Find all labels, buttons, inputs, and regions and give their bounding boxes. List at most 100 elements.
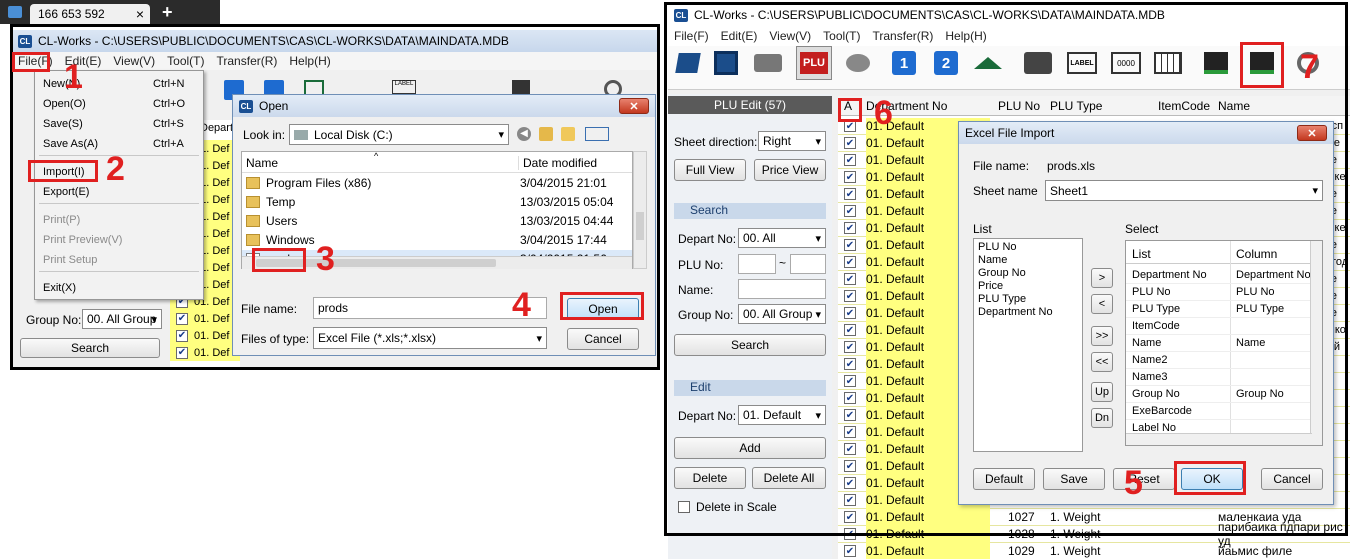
file-menu-item[interactable]: New(N) Ctrl+N [37, 75, 201, 93]
row-checkbox[interactable]: ✔ [844, 137, 856, 149]
delete-button[interactable]: Delete [674, 467, 746, 489]
move-left-button[interactable]: < [1091, 294, 1113, 314]
left-group-select[interactable]: 00. All Group [82, 309, 162, 329]
menu-tool[interactable]: Tool(T) [817, 29, 866, 43]
label-icon[interactable]: LABEL [392, 80, 416, 94]
hscroll-bar[interactable] [242, 256, 632, 269]
row-checkbox[interactable]: ✔ [844, 341, 856, 353]
save-icon[interactable] [708, 46, 744, 80]
browser-tab[interactable]: 166 653 592 × [30, 4, 150, 24]
row-checkbox[interactable]: ✔ [844, 205, 856, 217]
open-icon[interactable] [670, 46, 706, 80]
row-checkbox[interactable]: ✔ [844, 307, 856, 319]
row-checkbox[interactable]: ✔ [844, 511, 856, 523]
row-checkbox[interactable]: ✔ [844, 545, 856, 557]
menu-view[interactable]: View(V) [763, 29, 817, 43]
col-itemcode-header[interactable]: ItemCode [1158, 99, 1210, 113]
row-checkbox[interactable]: ✔ [844, 222, 856, 234]
file-type-select[interactable]: Excel File (*.xls;*.xlsx) [313, 327, 547, 349]
depart-no-select[interactable]: 00. All [738, 228, 826, 248]
select-grid[interactable]: List Column Department No Department No PL… [1125, 240, 1323, 446]
file-list-row[interactable]: Users 13/03/2015 04:44 [242, 212, 632, 230]
close-icon[interactable]: ✕ [619, 98, 649, 114]
sheet-name-select[interactable]: Sheet1 [1045, 180, 1323, 201]
group-no-select[interactable]: 00. All Group [738, 304, 826, 324]
back-icon[interactable]: ◀ [517, 127, 531, 141]
full-view-button[interactable]: Full View [674, 159, 746, 181]
print-icon[interactable] [750, 46, 786, 80]
available-list[interactable]: PLU No Name Group No Price PLU Type Departmen… [973, 238, 1083, 452]
coins-icon[interactable] [840, 46, 876, 80]
row-checkbox[interactable]: ✔ [844, 171, 856, 183]
table-row[interactable]: ✔ 01. Default 1028 1. Weight парибаика пдпар… [838, 520, 1350, 548]
file-list-row[interactable]: Program Files (x86) 3/04/2015 21:01 [242, 174, 632, 192]
row-checkbox[interactable]: ✔ [844, 273, 856, 285]
select-row[interactable]: Group No Group No [1126, 386, 1312, 403]
menu-transfer[interactable]: Transfer(R) [867, 29, 940, 43]
file-list-row[interactable]: Temp 13/03/2015 05:04 [242, 193, 632, 211]
reset-button[interactable]: Reset [1113, 468, 1175, 490]
available-list-item[interactable]: PLU Type [978, 293, 1078, 306]
row-checkbox[interactable]: ✔ [844, 375, 856, 387]
menu-view[interactable]: View(V) [107, 54, 161, 68]
available-list-item[interactable]: Price [978, 280, 1078, 293]
file-menu-item[interactable]: Open(O) Ctrl+O [37, 95, 201, 113]
new-folder-icon[interactable] [561, 127, 575, 141]
sheet-direction-select[interactable]: Right [758, 131, 826, 151]
row-checkbox[interactable]: ✔ [844, 443, 856, 455]
edit-depart-select[interactable]: 01. Default [738, 405, 826, 425]
row-checkbox[interactable]: ✔ [844, 477, 856, 489]
open-button[interactable]: Open [567, 298, 639, 320]
delete-in-scale-checkbox[interactable]: Delete in Scale [678, 500, 777, 514]
col-plu-type-header[interactable]: PLU Type [1050, 99, 1102, 113]
default-button[interactable]: Default [973, 468, 1035, 490]
col-a-header[interactable]: A [844, 99, 852, 113]
number-2-icon[interactable]: 2 [928, 46, 964, 80]
available-list-item[interactable]: Name [978, 254, 1078, 267]
row-checkbox[interactable]: ✔ [176, 329, 188, 342]
row-checkbox[interactable]: ✔ [844, 256, 856, 268]
plu-icon[interactable]: PLU [796, 46, 832, 80]
row-checkbox[interactable]: ✔ [844, 392, 856, 404]
receive-icon[interactable] [1244, 46, 1280, 80]
row-checkbox[interactable]: ✔ [176, 312, 188, 325]
select-row[interactable]: ExeBarcode [1126, 403, 1312, 420]
vscroll-thumb[interactable] [636, 212, 644, 240]
save-button[interactable]: Save [1043, 468, 1105, 490]
close-icon[interactable]: ✕ [1297, 125, 1327, 141]
menu-edit[interactable]: Edit(E) [715, 29, 764, 43]
ok-button[interactable]: OK [1181, 468, 1243, 490]
move-all-left-button[interactable]: << [1091, 352, 1113, 372]
select-row[interactable]: Name2 [1126, 352, 1312, 369]
label-icon[interactable]: LABEL [1064, 46, 1100, 80]
scale-icon[interactable] [1020, 46, 1056, 80]
col-name-header[interactable]: Name [246, 156, 278, 170]
available-list-item[interactable]: Department No [978, 306, 1078, 319]
row-checkbox[interactable]: ✔ [844, 120, 856, 132]
up-folder-icon[interactable] [539, 127, 553, 141]
select-row[interactable]: ItemCode [1126, 318, 1312, 335]
send-icon[interactable] [1198, 46, 1234, 80]
col-name-header[interactable]: Name [1218, 99, 1250, 113]
hscroll-thumb[interactable] [256, 259, 496, 267]
menu-file[interactable]: File(F) [12, 54, 59, 68]
menu-transfer[interactable]: Transfer(R) [211, 54, 284, 68]
row-checkbox[interactable]: ✔ [844, 324, 856, 336]
available-list-item[interactable]: PLU No [978, 241, 1078, 254]
menu-tool[interactable]: Tool(T) [161, 54, 210, 68]
select-row[interactable]: Department No Department No [1126, 267, 1312, 284]
vscroll-bar[interactable] [633, 151, 647, 269]
row-checkbox[interactable]: ✔ [844, 358, 856, 370]
home-icon[interactable] [304, 80, 324, 94]
row-checkbox[interactable]: ✔ [844, 239, 856, 251]
file-menu-item[interactable]: Exit(X) [37, 279, 201, 297]
menu-file[interactable]: File(F) [668, 29, 715, 43]
move-up-button[interactable]: Up [1091, 382, 1113, 402]
select-hscroll[interactable] [1126, 433, 1312, 445]
menu-help[interactable]: Help(H) [283, 54, 336, 68]
number-1-icon[interactable]: 1 [886, 46, 922, 80]
row-checkbox[interactable]: ✔ [844, 154, 856, 166]
new-tab-icon[interactable]: + [162, 2, 173, 23]
look-in-select[interactable]: Local Disk (C:) [289, 124, 509, 145]
move-down-button[interactable]: Dn [1091, 408, 1113, 428]
